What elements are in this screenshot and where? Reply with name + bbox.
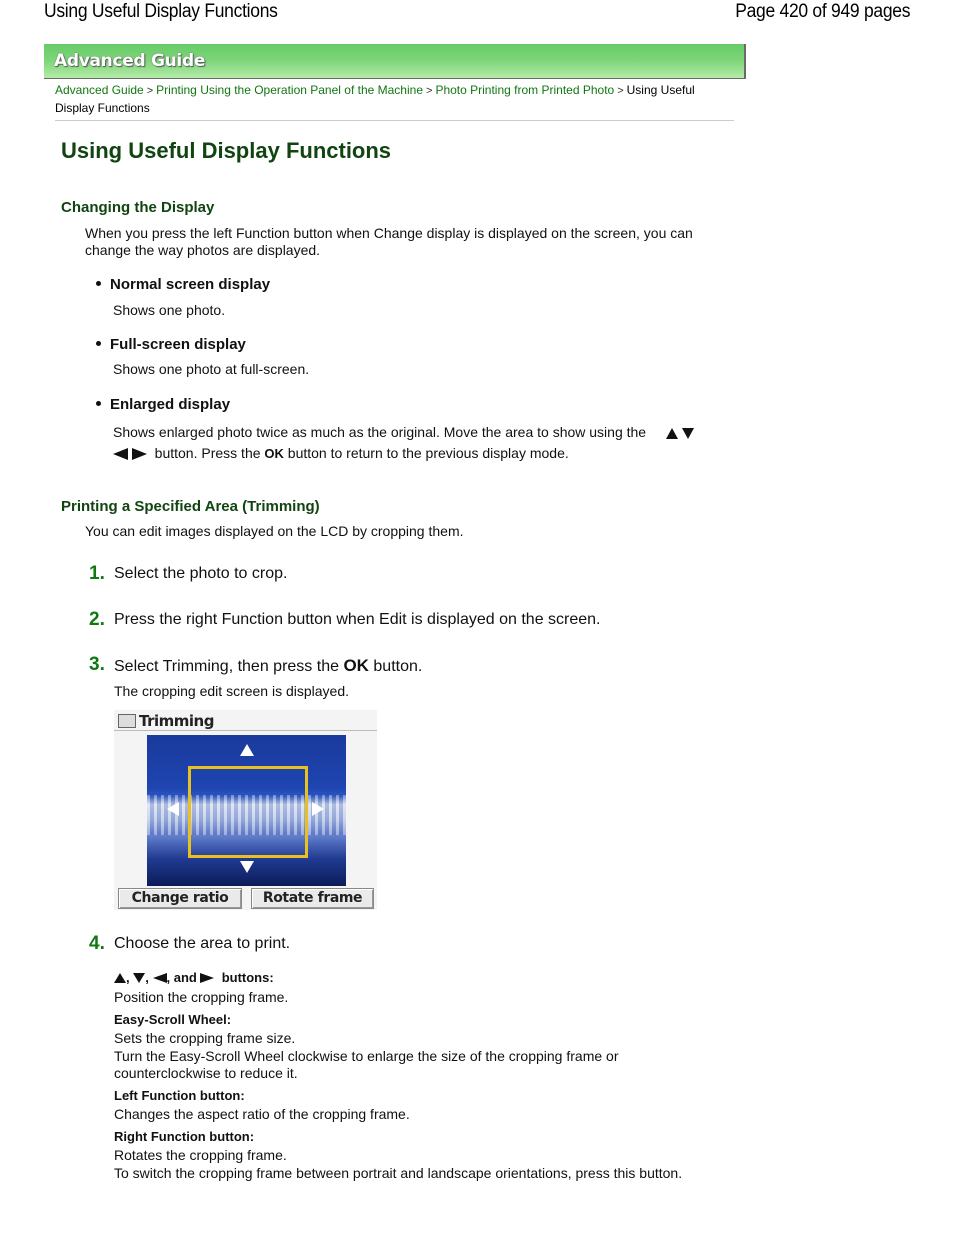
breadcrumb-divider <box>55 120 734 121</box>
breadcrumb-link-operation-panel[interactable]: Printing Using the Operation Panel of th… <box>156 83 423 97</box>
page-header: Using Useful Display Functions Page 420 … <box>0 0 954 28</box>
step-text: Select the photo to crop. <box>114 565 288 582</box>
document-title: Using Useful Display Functions <box>44 1 278 22</box>
control-desc: counterclockwise to reduce it. <box>114 1065 298 1081</box>
control-desc: Sets the cropping frame size. <box>114 1030 296 1046</box>
left-arrow-icon <box>152 972 167 983</box>
step-note: The cropping edit screen is displayed. <box>114 683 350 699</box>
control-desc: To switch the cropping frame between por… <box>114 1165 683 1181</box>
lcd-title-divider <box>114 730 377 731</box>
breadcrumb-link-advanced-guide[interactable]: Advanced Guide <box>55 83 144 97</box>
ok-button-label: OK <box>264 446 284 461</box>
up-arrow-icon <box>665 427 678 439</box>
right-arrow-icon <box>200 972 215 983</box>
bullet-icon <box>96 280 101 286</box>
step-text: Press the right Function button when Edi… <box>114 611 601 628</box>
lcd-trimming-screenshot: Trimming Change ratio Rotate frame <box>114 710 377 910</box>
step-text: Choose the area to print. <box>114 935 291 952</box>
breadcrumb-separator: > <box>617 85 624 97</box>
step-text-part: Select Trimming, then press the <box>114 658 339 675</box>
desc-text: button to return to the previous display… <box>287 445 569 461</box>
breadcrumb-link-photo-printing[interactable]: Photo Printing from Printed Photo <box>435 83 614 97</box>
step-text-part: button. <box>373 658 423 675</box>
trimming-intro: You can edit images displayed on the LCD… <box>85 523 464 539</box>
lcd-photo-preview <box>147 735 346 886</box>
down-arrow-icon <box>133 972 146 983</box>
bullet-icon <box>96 400 101 406</box>
section-heading-trimming: Printing a Specified Area (Trimming) <box>61 498 320 515</box>
page-indicator: Page 420 of 949 pages <box>734 1 910 22</box>
down-arrow-icon <box>681 427 694 439</box>
advanced-guide-banner: Advanced Guide <box>44 44 746 79</box>
control-desc: Turn the Easy-Scroll Wheel clockwise to … <box>114 1048 619 1064</box>
easy-scroll-heading: Easy-Scroll Wheel: <box>114 1012 232 1027</box>
page-title: Using Useful Display Functions <box>61 138 392 163</box>
section-heading-changing-display: Changing the Display <box>61 199 215 216</box>
left-arrow-icon <box>113 448 128 461</box>
section-intro-line: change the way photos are displayed. <box>85 242 321 258</box>
crop-frame <box>188 766 308 858</box>
down-arrow-icon <box>240 861 254 873</box>
left-arrow-icon <box>167 802 179 816</box>
mode-title-text: Enlarged display <box>110 396 231 413</box>
mode-enlarged-title: Enlarged display <box>96 396 230 413</box>
bullet-icon <box>96 340 101 346</box>
mode-fullscreen-desc: Shows one photo at full-screen. <box>113 361 310 377</box>
control-desc: Rotates the cropping frame. <box>114 1147 287 1163</box>
lcd-title-text: Trimming <box>139 712 214 730</box>
step-number: 2. <box>89 609 105 630</box>
separator: , <box>145 970 149 985</box>
banner-label: Advanced Guide <box>54 51 206 71</box>
right-arrow-icon <box>131 448 147 461</box>
lcd-title: Trimming <box>118 712 214 730</box>
mode-normal-title: Normal screen display <box>96 276 270 293</box>
change-ratio-button: Change ratio <box>118 888 242 909</box>
right-arrow-icon <box>312 802 324 816</box>
step-text: Select Trimming, then press the OK butto… <box>114 656 422 676</box>
breadcrumb-separator: > <box>146 85 154 97</box>
step-number: 3. <box>89 654 105 675</box>
left-function-heading: Left Function button: <box>114 1088 245 1103</box>
step-number: 1. <box>89 563 105 584</box>
mode-enlarged-desc-line1: Shows enlarged photo twice as much as th… <box>113 423 694 441</box>
desc-text: Shows enlarged photo twice as much as th… <box>113 424 647 440</box>
separator: , <box>126 970 130 985</box>
right-function-heading: Right Function button: <box>114 1129 255 1144</box>
mode-title-text: Full-screen display <box>110 336 246 353</box>
ok-button-label: OK <box>343 656 369 675</box>
mode-normal-desc: Shows one photo. <box>113 302 226 318</box>
rotate-frame-button: Rotate frame <box>251 888 374 909</box>
control-desc: Position the cropping frame. <box>114 989 289 1005</box>
trimming-icon <box>118 713 136 728</box>
mode-fullscreen-title: Full-screen display <box>96 336 246 353</box>
separator: , and <box>166 970 197 985</box>
desc-text: button. Press the <box>154 445 261 461</box>
step-number: 4. <box>89 933 105 954</box>
arrow-buttons-heading: , , , and buttons: <box>114 970 274 985</box>
mode-enlarged-desc-line2: button. Press the OK button to return to… <box>113 444 569 463</box>
section-intro-line: When you press the left Function button … <box>85 225 693 241</box>
control-desc: Changes the aspect ratio of the cropping… <box>114 1106 410 1122</box>
up-arrow-icon <box>240 744 254 756</box>
mode-title-text: Normal screen display <box>110 276 271 293</box>
breadcrumb-separator: > <box>426 85 433 97</box>
heading-suffix: buttons: <box>221 970 274 985</box>
up-arrow-icon <box>114 972 126 983</box>
breadcrumb: Advanced Guide > Printing Using the Operat… <box>55 82 735 117</box>
